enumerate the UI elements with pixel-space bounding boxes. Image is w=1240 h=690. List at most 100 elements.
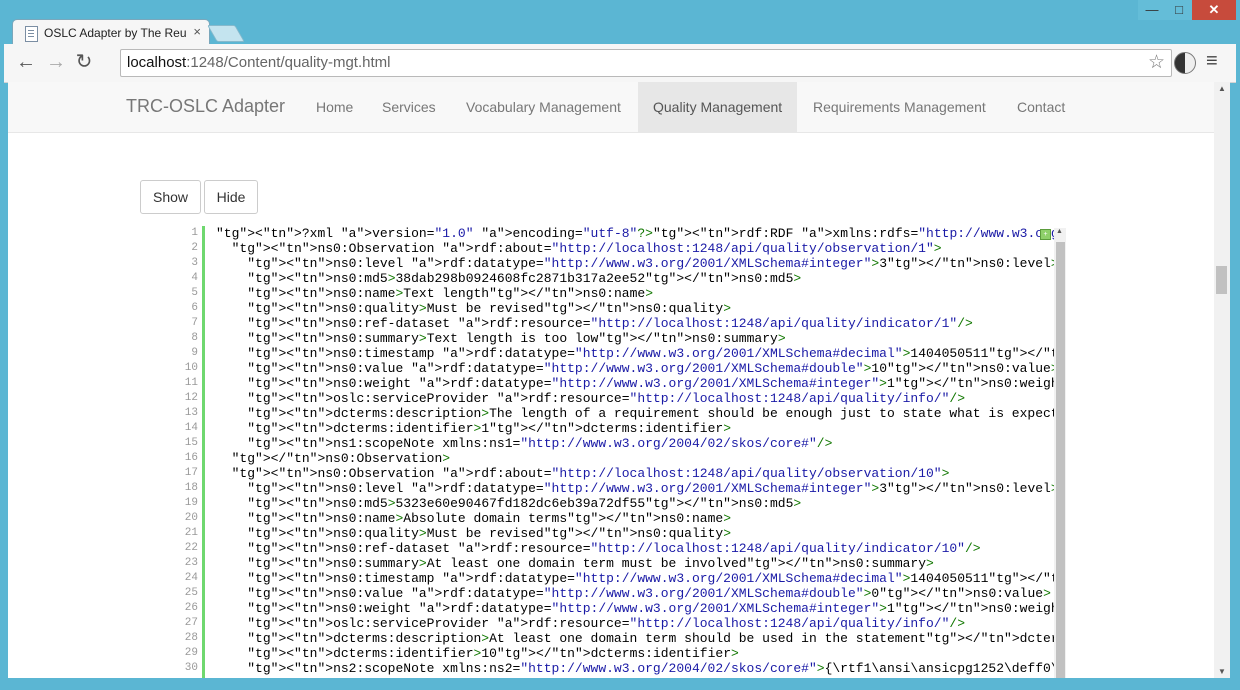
line-number: 9 <box>191 347 198 359</box>
editor-scroll-up-icon[interactable]: ▲ <box>1056 228 1063 235</box>
code-line[interactable]: "tg"><"tn">dcterms:identifier>1"tg"></"t… <box>216 421 1056 436</box>
new-tab-button[interactable] <box>207 25 245 42</box>
line-number: 20 <box>184 512 198 524</box>
code-line[interactable]: "tg"><"tn">ns0:level "a">rdf:datatype="h… <box>216 256 1056 271</box>
window-minimize-button[interactable]: — <box>1138 0 1166 20</box>
nav-home[interactable]: Home <box>316 82 353 132</box>
line-number: 15 <box>184 437 198 449</box>
line-number: 1 <box>191 227 198 239</box>
window-close-button[interactable]: ✕ <box>1192 0 1236 20</box>
code-line[interactable]: "tg"><"tn">ns0:level "a">rdf:datatype="h… <box>216 481 1056 496</box>
line-number: 5 <box>191 287 198 299</box>
code-line[interactable]: "tg"><"tn">ns0:md5>5323e60e90467fd182dc6… <box>216 496 1056 511</box>
site-navbar: TRC-OSLC Adapter Home Services Vocabular… <box>8 82 1214 133</box>
scroll-up-icon[interactable]: ▲ <box>1218 84 1226 93</box>
page-scrollbar[interactable]: ▲ ▼ <box>1214 82 1230 678</box>
code-line[interactable]: "tg"><"tn">ns0:timestamp "a">rdf:datatyp… <box>216 571 1056 586</box>
browser-tab[interactable]: OSLC Adapter by The Reu × <box>12 19 210 46</box>
menu-icon[interactable]: ≡ <box>1206 50 1218 73</box>
code-line[interactable]: "tg"><"tn">ns0:ref-dataset "a">rdf:resou… <box>216 316 1056 331</box>
url-host: localhost <box>127 54 187 71</box>
line-number: 23 <box>184 557 198 569</box>
code-line[interactable]: "tg"><"tn">ns2:scopeNote xmlns:ns2="http… <box>216 661 1056 676</box>
line-number: 8 <box>191 332 198 344</box>
line-number: 24 <box>184 572 198 584</box>
page-viewport: TRC-OSLC Adapter Home Services Vocabular… <box>8 82 1214 678</box>
code-line[interactable]: "tg"><"tn">ns0:value "a">rdf:datatype="h… <box>216 361 1056 376</box>
line-number: 28 <box>184 632 198 644</box>
code-line[interactable]: "tg"><"tn">ns0:Observation "a">rdf:about… <box>216 466 1056 481</box>
line-number: 21 <box>184 527 198 539</box>
nav-contact[interactable]: Contact <box>1017 82 1065 132</box>
tab-title: OSLC Adapter by The Reu <box>44 26 187 40</box>
code-line[interactable]: "tg"><"tn">ns0:name>Absolute domain term… <box>216 511 1056 526</box>
code-line[interactable]: "tg"></"tn">ns0:Observation> <box>216 451 1056 466</box>
code-line[interactable]: "tg"><"tn">dcterms:identifier>10"tg"></"… <box>216 646 1056 661</box>
line-number: 19 <box>184 497 198 509</box>
page-icon <box>25 26 38 42</box>
code-line[interactable]: "tg"><"tn">ns0:md5>38dab298b0924608fc287… <box>216 271 1056 286</box>
url-text: localhost:1248/Content/quality-mgt.html <box>127 54 390 71</box>
code-line[interactable]: "tg"><"tn">ns0:summary>Text length is to… <box>216 331 1056 346</box>
line-number: 12 <box>184 392 198 404</box>
show-button[interactable]: Show <box>140 180 201 214</box>
code-line[interactable]: "tg"><"tn">ns0:summary>At least one doma… <box>216 556 1056 571</box>
hide-button[interactable]: Hide <box>204 180 258 214</box>
line-number: 26 <box>184 602 198 614</box>
line-number: 25 <box>184 587 198 599</box>
code-line[interactable]: "tg"><"tn">ns0:quality>Must be revised"t… <box>216 301 1056 316</box>
page-scroll-thumb[interactable] <box>1216 266 1227 294</box>
window-frame <box>0 678 1240 690</box>
url-path: :1248/Content/quality-mgt.html <box>186 54 391 71</box>
active-line-marker <box>202 226 205 678</box>
nav-vocabulary-management[interactable]: Vocabulary Management <box>466 82 621 132</box>
code-line[interactable]: "tg"><"tn">ns0:weight "a">rdf:datatype="… <box>216 601 1056 616</box>
extension-icon[interactable] <box>1174 52 1196 74</box>
window-maximize-button[interactable]: □ <box>1166 0 1192 20</box>
editor-scroll-thumb[interactable] <box>1056 242 1065 678</box>
line-number: 27 <box>184 617 198 629</box>
address-bar[interactable]: localhost:1248/Content/quality-mgt.html … <box>120 49 1172 77</box>
line-number: 18 <box>184 482 198 494</box>
tab-strip: OSLC Adapter by The Reu × — □ ✕ <box>0 0 1240 46</box>
line-number: 4 <box>191 272 198 284</box>
code-line[interactable]: "tg"><"tn">ns0:Observation "a">rdf:about… <box>216 241 1056 256</box>
nav-requirements-management[interactable]: Requirements Management <box>813 82 986 132</box>
code-line[interactable]: "tg"><"tn">ns1:scopeNote xmlns:ns1="http… <box>216 436 1056 451</box>
line-number: 6 <box>191 302 198 314</box>
code-line[interactable]: "tg"><"tn">ns0:name>Text length"tg"></"t… <box>216 286 1056 301</box>
line-number: 10 <box>184 362 198 374</box>
line-number: 7 <box>191 317 198 329</box>
navbar-brand[interactable]: TRC-OSLC Adapter <box>126 96 285 117</box>
editor-scrollbar[interactable]: ▲ <box>1054 228 1066 678</box>
code-line[interactable]: "tg"><"tn">dcterms:description>At least … <box>216 631 1056 646</box>
line-number: 30 <box>184 662 198 674</box>
line-number: 14 <box>184 422 198 434</box>
code-line[interactable]: "tg"><"tn">ns0:ref-dataset "a">rdf:resou… <box>216 541 1056 556</box>
nav-services[interactable]: Services <box>382 82 436 132</box>
tab-close-icon[interactable]: × <box>193 24 201 39</box>
code-editor[interactable]: 1 2 3 4 5 6 7 8 9 10 11 12 13 14 15 16 17 18 19 20 21 22 23 24 2… <box>168 226 1066 678</box>
line-number-gutter: 1 2 3 4 5 6 7 8 9 10 11 12 13 14 15 16 17 18 19 20 21 22 23 24 2… <box>168 226 198 678</box>
code-line[interactable]: "tg"><"tn">ns0:timestamp "a">rdf:datatyp… <box>216 346 1056 361</box>
nav-quality-management[interactable]: Quality Management <box>638 82 798 132</box>
line-number: 2 <box>191 242 198 254</box>
line-number: 3 <box>191 257 198 269</box>
code-line[interactable]: "tg"><"tn">dcterms:description>The lengt… <box>216 406 1056 421</box>
line-number: 29 <box>184 647 198 659</box>
code-line[interactable]: "tg"><"tn">oslc:serviceProvider "a">rdf:… <box>216 391 1056 406</box>
code-line[interactable]: "tg"><"tn">oslc:serviceProvider "a">rdf:… <box>216 616 1056 631</box>
bookmark-star-icon[interactable]: ☆ <box>1148 51 1165 74</box>
back-icon[interactable]: ← <box>14 51 38 75</box>
code-line[interactable]: "tg"><"tn">ns0:value "a">rdf:datatype="h… <box>216 586 1056 601</box>
xml-code[interactable]: "tg"><"tn">?xml "a">version="1.0" "a">en… <box>216 226 1056 678</box>
line-number: 17 <box>184 467 198 479</box>
code-line[interactable]: "tg"><"tn">?xml "a">version="1.0" "a">en… <box>216 226 1056 241</box>
code-line[interactable]: "tg"><"tn">ns0:quality>Must be revised"t… <box>216 526 1056 541</box>
fold-icon[interactable]: + <box>1040 229 1051 240</box>
line-number: 11 <box>184 377 198 389</box>
scroll-down-icon[interactable]: ▼ <box>1218 667 1226 676</box>
code-line[interactable]: "tg"><"tn">ns0:weight "a">rdf:datatype="… <box>216 376 1056 391</box>
forward-icon[interactable]: → <box>44 51 68 75</box>
reload-icon[interactable]: ↻ <box>72 51 96 75</box>
